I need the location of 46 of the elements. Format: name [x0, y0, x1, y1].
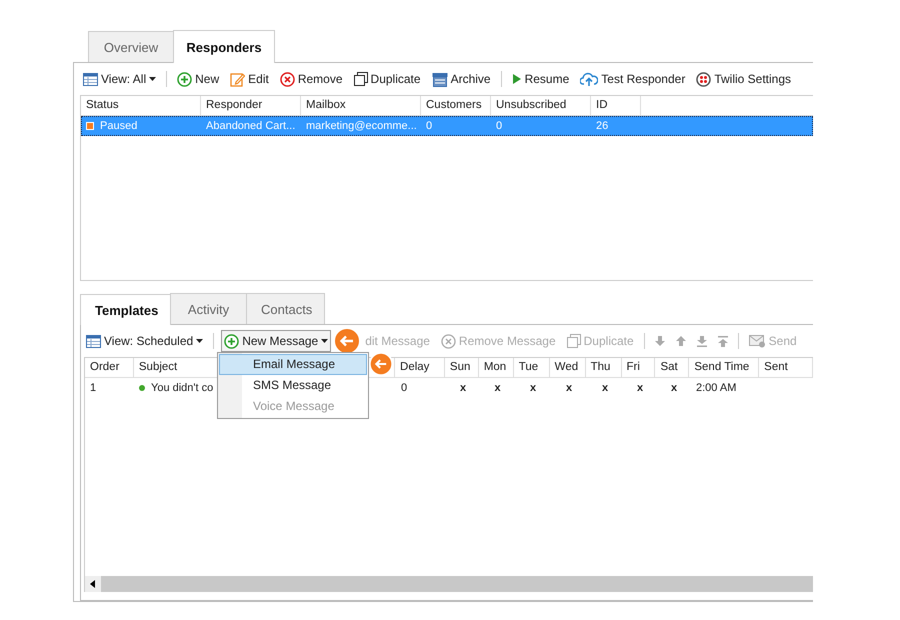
table-cell: x — [460, 382, 466, 394]
dropdown-button[interactable]: View: Scheduled — [83, 330, 206, 352]
table-cell: x — [530, 382, 536, 394]
tab[interactable]: Activity — [170, 293, 247, 324]
toolbar-button[interactable]: Resume — [508, 68, 572, 90]
tab[interactable]: Templates — [80, 294, 171, 325]
table-cell: x — [566, 382, 572, 394]
toolbar-button[interactable]: Remove — [276, 68, 346, 90]
menu-item[interactable]: Email Message — [219, 354, 367, 375]
toolbar-button[interactable]: Edit — [227, 68, 272, 90]
dropdown-button[interactable]: View: All — [80, 68, 160, 90]
toolbar-button[interactable]: New — [174, 68, 222, 90]
table-cell: 0 — [401, 382, 408, 394]
column-header[interactable]: Thu — [586, 358, 622, 378]
column-header[interactable]: Order — [85, 358, 134, 378]
column-header[interactable]: Tue — [514, 358, 550, 378]
toolbar-button[interactable]: Test Responder — [577, 68, 688, 90]
table-cell: x — [636, 382, 644, 394]
column-header[interactable]: Sat — [655, 358, 690, 378]
column-header[interactable]: Send Time — [689, 358, 760, 378]
table-cell: 1 — [90, 382, 96, 394]
column-header[interactable]: Fri — [622, 358, 656, 378]
table-cell: 26 — [596, 120, 608, 132]
toolbar-button[interactable]: Archive — [428, 68, 494, 90]
column-header[interactable]: Wed — [550, 358, 586, 378]
toolbar-button[interactable]: Twilio Settings — [693, 68, 794, 90]
column-header[interactable]: Sun — [444, 358, 479, 378]
tab[interactable]: Contacts — [246, 293, 325, 324]
table-cell: Abandoned Cart... — [206, 120, 296, 132]
table-cell: 2:00 AM — [696, 382, 736, 394]
toolbar-button[interactable]: Duplicate — [350, 68, 424, 90]
dropdown-button[interactable]: New Message — [221, 330, 332, 352]
table-cell: marketing@ecomme... — [306, 120, 417, 132]
column-header[interactable]: Mon — [478, 358, 514, 378]
column-header[interactable]: Sent — [759, 358, 814, 378]
tab[interactable]: Overview — [88, 31, 174, 62]
tab[interactable]: Responders — [173, 30, 275, 63]
table-cell: x — [602, 382, 608, 394]
menu-item[interactable]: SMS Message — [219, 375, 367, 396]
table-cell: x — [494, 382, 501, 394]
table-cell: 0 — [496, 120, 502, 132]
table-cell: Paused — [100, 120, 138, 132]
table-cell: You didn't co — [151, 382, 214, 394]
table-cell: x — [670, 382, 678, 394]
column-header[interactable]: Delay — [395, 358, 445, 378]
table-cell: 0 — [426, 120, 432, 132]
